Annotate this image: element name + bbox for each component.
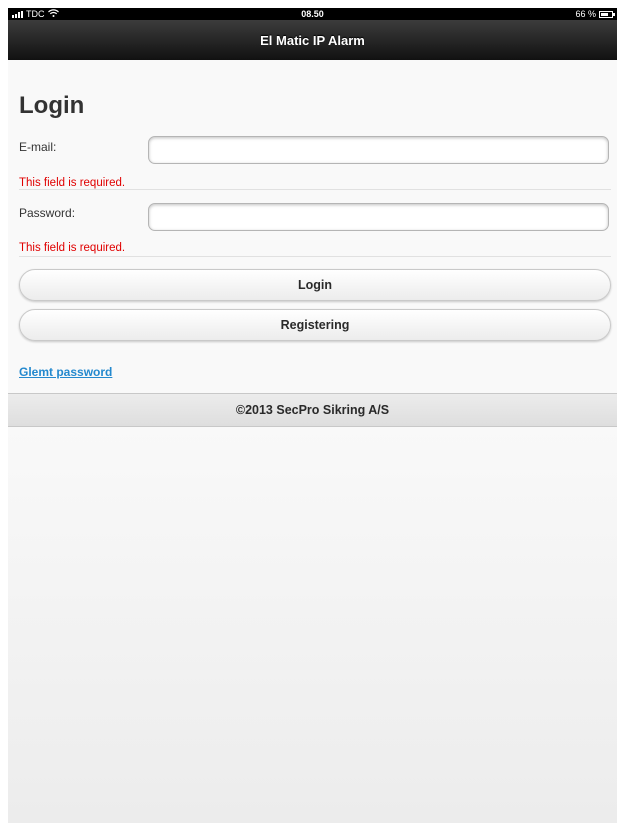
login-button[interactable]: Login bbox=[19, 269, 611, 301]
register-button[interactable]: Registering bbox=[19, 309, 611, 341]
carrier-name: TDC bbox=[26, 9, 45, 19]
field-divider bbox=[19, 256, 611, 257]
status-bar: TDC 08.50 66 % bbox=[8, 8, 617, 20]
password-error: This field is required. bbox=[19, 242, 126, 254]
footer: ©2013 SecPro Sikring A/S bbox=[8, 393, 617, 427]
wifi-icon bbox=[47, 9, 59, 19]
page-title: Login bbox=[19, 92, 85, 119]
battery-icon bbox=[599, 10, 615, 18]
copyright-text: ©2013 SecPro Sikring A/S bbox=[235, 403, 390, 417]
email-label: E-mail: bbox=[19, 140, 57, 154]
device-screen: TDC 08.50 66 % El Matic IP Alarm Login E… bbox=[0, 0, 617, 823]
status-time: 08.50 bbox=[301, 9, 324, 19]
status-bar-left: TDC bbox=[12, 9, 59, 19]
battery-percent: 66 % bbox=[575, 9, 596, 19]
status-bar-right: 66 % bbox=[575, 9, 615, 19]
password-field[interactable] bbox=[148, 203, 609, 231]
field-divider bbox=[19, 189, 611, 190]
email-field[interactable] bbox=[148, 136, 609, 164]
password-label: Password: bbox=[19, 206, 76, 220]
app-header: El Matic IP Alarm bbox=[8, 20, 617, 60]
app-title: El Matic IP Alarm bbox=[260, 32, 365, 48]
signal-icon bbox=[12, 10, 23, 18]
login-content: Login E-mail: This field is required. Pa… bbox=[8, 60, 617, 393]
forgot-password-link[interactable]: Glemt password bbox=[19, 365, 112, 379]
email-error: This field is required. bbox=[19, 177, 126, 189]
page-background bbox=[8, 427, 617, 823]
